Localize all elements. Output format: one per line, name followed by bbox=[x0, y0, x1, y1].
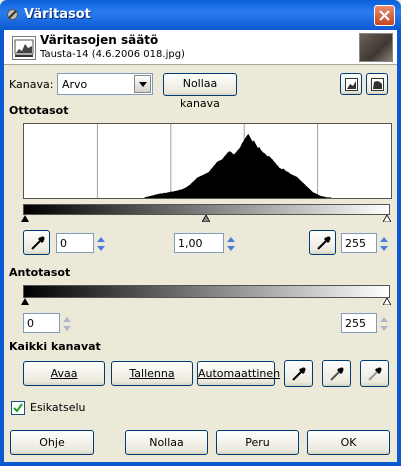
window-frame-right bbox=[397, 30, 401, 466]
input-gamma-handle[interactable] bbox=[202, 215, 210, 222]
input-levels-gradient bbox=[23, 204, 390, 215]
pick-white-all-button[interactable] bbox=[360, 360, 389, 387]
chevron-down-icon bbox=[139, 82, 147, 87]
output-high-value: 255 bbox=[345, 317, 366, 330]
ok-button[interactable]: OK bbox=[307, 430, 390, 455]
input-high-spinner[interactable] bbox=[378, 234, 390, 254]
output-levels-gradient bbox=[23, 285, 390, 298]
input-gamma-value: 1,00 bbox=[178, 237, 203, 250]
output-low-handle[interactable] bbox=[21, 298, 29, 305]
histogram-chart bbox=[23, 123, 392, 199]
preview-label: Esikatselu bbox=[30, 401, 86, 414]
input-low-handle[interactable] bbox=[21, 215, 29, 222]
cancel-button[interactable]: Peru bbox=[216, 430, 299, 455]
output-high-handle[interactable] bbox=[383, 298, 391, 305]
close-icon bbox=[379, 10, 390, 21]
auto-button[interactable]: Automaattinen bbox=[197, 361, 280, 386]
input-low-spinner[interactable] bbox=[95, 234, 107, 254]
input-gamma-spinner[interactable] bbox=[225, 234, 237, 254]
dialog-subtitle: Tausta-14 (4.6.2006 018.jpg) bbox=[40, 49, 185, 60]
window-frame-left bbox=[0, 30, 4, 466]
input-levels-heading: Ottotasot bbox=[9, 104, 69, 117]
histogram-area bbox=[24, 134, 391, 198]
dialog-title: Väritasojen säätö bbox=[40, 33, 159, 47]
window-title: Väritasot bbox=[24, 7, 91, 22]
logarithmic-histogram-button[interactable] bbox=[366, 73, 388, 95]
title-bar: Väritasot bbox=[0, 0, 401, 30]
eyedropper-gray-icon bbox=[330, 367, 344, 381]
help-button[interactable]: Ohje bbox=[10, 430, 94, 455]
input-gamma-field[interactable]: 1,00 bbox=[174, 233, 235, 253]
channel-label: Kanava: bbox=[9, 78, 54, 91]
app-icon bbox=[7, 9, 18, 20]
eyedropper-black-icon bbox=[292, 367, 306, 381]
save-button[interactable]: Tallenna bbox=[111, 361, 193, 386]
levels-icon bbox=[12, 36, 36, 60]
pick-gray-all-button[interactable] bbox=[322, 360, 351, 387]
output-high-field[interactable]: 255 bbox=[341, 313, 388, 333]
eyedropper-white-icon bbox=[317, 236, 331, 250]
channel-select-value: Arvo bbox=[62, 78, 88, 91]
input-high-handle[interactable] bbox=[383, 215, 391, 222]
channel-dropdown-button[interactable] bbox=[134, 75, 151, 93]
pick-black-all-button[interactable] bbox=[284, 360, 313, 387]
checkmark-icon bbox=[13, 403, 23, 413]
input-high-value: 255 bbox=[345, 237, 366, 250]
output-low-value: 0 bbox=[27, 317, 34, 330]
input-low-value: 0 bbox=[60, 237, 67, 250]
linear-histogram-icon bbox=[345, 78, 358, 91]
output-low-spinner[interactable] bbox=[61, 314, 73, 334]
pick-white-point-button[interactable] bbox=[309, 230, 336, 255]
reset-channel-button[interactable]: Nollaa kanava bbox=[163, 73, 237, 110]
image-thumbnail bbox=[359, 33, 393, 62]
eyedropper-black-icon bbox=[31, 236, 45, 250]
reset-button[interactable]: Nollaa bbox=[125, 430, 208, 455]
close-button[interactable] bbox=[374, 5, 395, 26]
eyedropper-white-icon bbox=[368, 367, 382, 381]
pick-black-point-button[interactable] bbox=[23, 230, 50, 255]
linear-histogram-button[interactable] bbox=[340, 73, 362, 95]
input-low-field[interactable]: 0 bbox=[56, 233, 105, 253]
output-levels-heading: Antotasot bbox=[9, 266, 71, 279]
input-high-field[interactable]: 255 bbox=[341, 233, 388, 253]
preview-checkbox[interactable] bbox=[11, 401, 25, 415]
window-frame-bottom bbox=[0, 462, 401, 466]
output-low-field[interactable]: 0 bbox=[23, 313, 71, 333]
open-button[interactable]: Avaa bbox=[23, 361, 105, 386]
dialog-header: Väritasojen säätö Tausta-14 (4.6.2006 01… bbox=[4, 30, 397, 65]
output-high-spinner[interactable] bbox=[378, 314, 390, 334]
logarithmic-histogram-icon bbox=[371, 78, 384, 91]
channel-select[interactable]: Arvo bbox=[57, 73, 153, 95]
all-channels-heading: Kaikki kanavat bbox=[9, 340, 101, 353]
